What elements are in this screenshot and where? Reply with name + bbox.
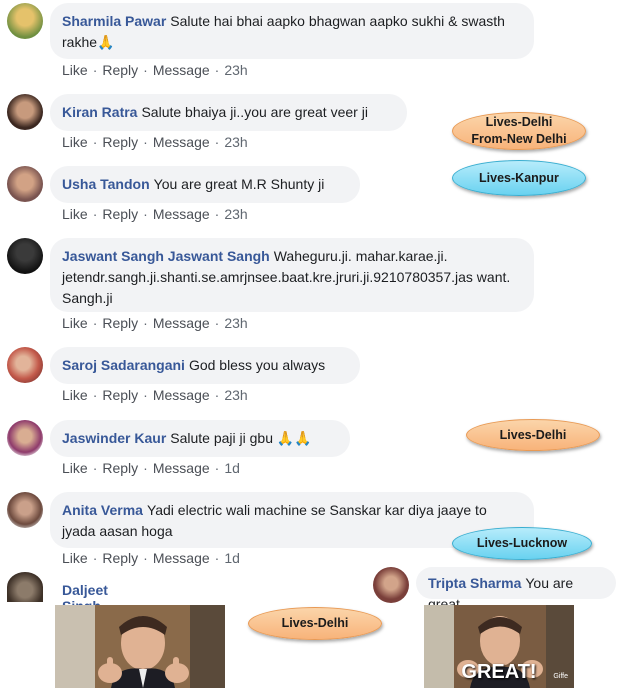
avatar[interactable] — [7, 238, 43, 274]
comment-actions: Like · Reply · Message · 1d — [62, 550, 240, 566]
commenter-name[interactable]: Tripta Sharma — [428, 575, 521, 591]
timestamp[interactable]: 1d — [224, 550, 240, 566]
comment-bubble: Sharmila Pawar Salute hai bhai aapko bhag… — [50, 3, 534, 59]
message-link[interactable]: Message — [153, 550, 210, 566]
message-link[interactable]: Message — [153, 315, 210, 331]
reply-link[interactable]: Reply — [102, 62, 138, 78]
timestamp[interactable]: 23h — [224, 387, 247, 403]
comment-actions: Like · Reply · Message · 23h — [62, 134, 248, 150]
timestamp[interactable]: 23h — [224, 206, 247, 222]
like-link[interactable]: Like — [62, 134, 88, 150]
avatar[interactable] — [7, 572, 43, 602]
commenter-name[interactable]: Kiran Ratra — [62, 104, 137, 120]
comment-bubble: Jaswant Sangh Jaswant Sangh Waheguru.ji. … — [50, 238, 534, 312]
like-link[interactable]: Like — [62, 460, 88, 476]
timestamp[interactable]: 23h — [224, 62, 247, 78]
avatar[interactable] — [7, 347, 43, 383]
reply-link[interactable]: Reply — [102, 387, 138, 403]
like-link[interactable]: Like — [62, 387, 88, 403]
commenter-name[interactable]: Usha Tandon — [62, 176, 150, 192]
comment-actions: Like · Reply · Message · 23h — [62, 62, 248, 78]
avatar[interactable] — [7, 94, 43, 130]
tag-line: Lives-Delhi — [499, 427, 567, 442]
commenter-name[interactable]: Sharmila Pawar — [62, 13, 166, 29]
message-link[interactable]: Message — [153, 206, 210, 222]
avatar[interactable] — [7, 3, 43, 39]
comment-bubble: Saroj Sadarangani God bless you always — [50, 347, 360, 384]
commenter-name[interactable]: Jaswinder Kaur — [62, 430, 166, 446]
gif-image — [55, 605, 225, 688]
tag-line: Lives-Delhi — [281, 616, 349, 630]
avatar[interactable] — [373, 567, 409, 603]
location-tag: Lives-Lucknow — [452, 527, 592, 560]
reply-link[interactable]: Reply — [102, 460, 138, 476]
comment-bubble: Tripta Sharma You are great — [416, 567, 616, 612]
comment-bubble: Jaswinder Kaur Salute paji ji gbu 🙏🙏 — [50, 420, 350, 457]
message-link[interactable]: Message — [153, 62, 210, 78]
tag-line: Lives-Kanpur — [479, 170, 559, 185]
reaction-gif[interactable]: GREAT! Giffe — [424, 605, 574, 688]
reply-link[interactable]: Reply — [102, 206, 138, 222]
commenter-name[interactable]: Jaswant Sangh Jaswant Sangh — [62, 248, 270, 264]
avatar[interactable] — [7, 166, 43, 202]
location-tag: Lives-Delhi From-New Delhi — [452, 112, 586, 150]
comment-bubble: Usha Tandon You are great M.R Shunty ji — [50, 166, 360, 203]
comment-text: Salute bhaiya ji..you are great veer ji — [141, 104, 368, 120]
pray-emoji: 🙏🙏 — [276, 430, 312, 446]
message-link[interactable]: Message — [153, 387, 210, 403]
reaction-gif[interactable] — [55, 605, 225, 688]
commenter-name[interactable]: Anita Verma — [62, 502, 143, 518]
message-link[interactable]: Message — [153, 460, 210, 476]
location-tag: Lives-Delhi — [466, 419, 600, 451]
like-link[interactable]: Like — [62, 315, 88, 331]
reply-link[interactable]: Reply — [102, 550, 138, 566]
comment-actions: Like · Reply · Message · 1d — [62, 460, 240, 476]
comment-actions: Like · Reply · Message · 23h — [62, 387, 248, 403]
location-tag: Lives-Kanpur — [452, 160, 586, 196]
avatar[interactable] — [7, 492, 43, 528]
comment-text: You are great M.R Shunty ji — [153, 176, 325, 192]
comment-actions: Like · Reply · Message · 23h — [62, 206, 248, 222]
tag-line: Lives-Delhi — [485, 115, 553, 129]
like-link[interactable]: Like — [62, 62, 88, 78]
comment-text: Salute paji ji gbu — [170, 430, 274, 446]
timestamp[interactable]: 1d — [224, 460, 240, 476]
commenter-name[interactable]: Saroj Sadarangani — [62, 357, 185, 373]
pray-emoji: 🙏 — [97, 34, 115, 50]
timestamp[interactable]: 23h — [224, 315, 247, 331]
tag-line: Lives-Lucknow — [476, 536, 568, 550]
avatar[interactable] — [7, 420, 43, 456]
comment-actions: Like · Reply · Message · 23h — [62, 315, 248, 331]
message-link[interactable]: Message — [153, 134, 210, 150]
reply-link[interactable]: Reply — [102, 315, 138, 331]
reply-link[interactable]: Reply — [102, 134, 138, 150]
gif-caption: GREAT! — [461, 661, 537, 683]
like-link[interactable]: Like — [62, 206, 88, 222]
comment-bubble: Kiran Ratra Salute bhaiya ji..you are gre… — [50, 94, 407, 131]
timestamp[interactable]: 23h — [224, 134, 247, 150]
comment-text: God bless you always — [188, 357, 326, 373]
location-tag: Lives-Delhi — [248, 607, 382, 640]
like-link[interactable]: Like — [62, 550, 88, 566]
tag-line: From-New Delhi — [471, 132, 567, 146]
gif-watermark: Giffe — [553, 673, 568, 680]
